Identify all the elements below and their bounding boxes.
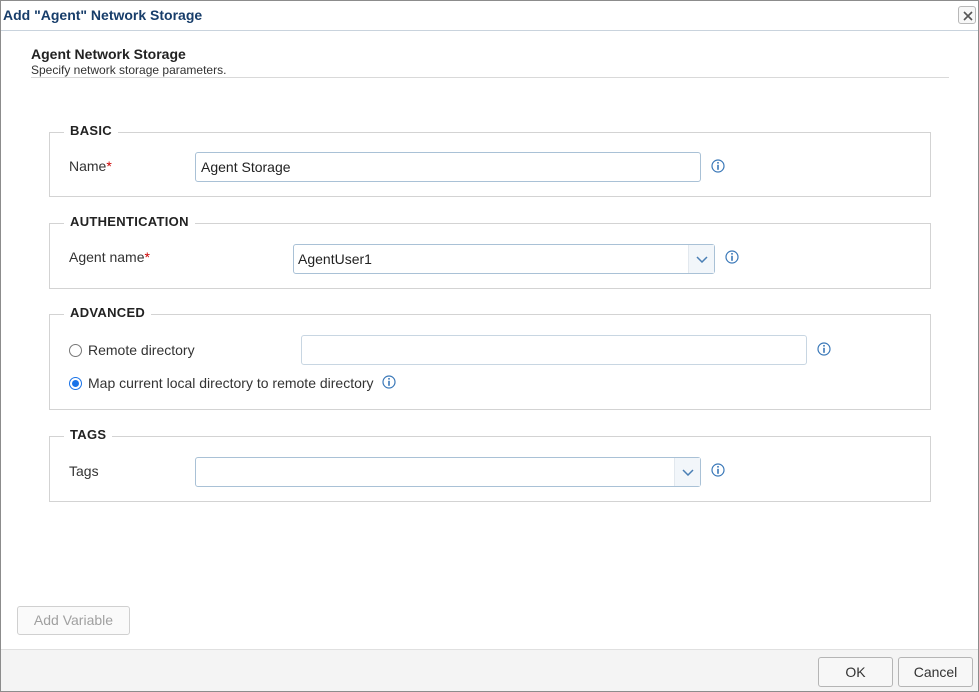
info-icon[interactable] <box>711 159 725 173</box>
name-label: Name* <box>69 158 112 174</box>
dialog: Add "Agent" Network Storage Agent Networ… <box>0 0 979 692</box>
agent-name-label-text: Agent name <box>69 249 145 265</box>
map-directory-radio[interactable] <box>69 377 82 390</box>
page-title: Agent Network Storage <box>31 46 186 62</box>
section-tags: TAGS Tags <box>49 427 931 502</box>
dialog-title: Add "Agent" Network Storage <box>3 7 203 23</box>
info-icon[interactable] <box>382 375 396 389</box>
close-button[interactable] <box>958 6 976 24</box>
dropdown-toggle[interactable] <box>688 245 714 273</box>
section-authentication: AUTHENTICATION Agent name* AgentUser1 <box>49 214 931 289</box>
add-variable-button[interactable]: Add Variable <box>17 606 130 635</box>
ok-button[interactable]: OK <box>818 657 893 687</box>
agent-name-dropdown[interactable]: AgentUser1 <box>293 244 715 274</box>
section-advanced-legend: ADVANCED <box>64 305 152 320</box>
dropdown-toggle[interactable] <box>674 458 700 486</box>
name-input[interactable]: Agent Storage <box>195 152 701 182</box>
tags-label: Tags <box>69 463 99 479</box>
cancel-button[interactable]: Cancel <box>898 657 973 687</box>
dialog-footer: OK Cancel <box>1 649 978 691</box>
tags-dropdown[interactable] <box>195 457 701 487</box>
agent-name-label: Agent name* <box>69 249 150 265</box>
header-divider <box>31 77 949 78</box>
remote-directory-input[interactable] <box>301 335 807 365</box>
section-tags-legend: TAGS <box>64 427 113 442</box>
required-marker: * <box>106 158 112 174</box>
required-marker: * <box>144 249 150 265</box>
map-directory-label[interactable]: Map current local directory to remote di… <box>88 375 374 391</box>
section-basic-legend: BASIC <box>64 123 118 138</box>
name-label-text: Name <box>69 158 107 174</box>
remote-directory-label[interactable]: Remote directory <box>88 342 195 358</box>
info-icon[interactable] <box>817 342 831 356</box>
chevron-down-icon <box>682 469 694 476</box>
close-icon <box>963 11 973 21</box>
page-subtitle: Specify network storage parameters. <box>31 63 227 77</box>
agent-name-value: AgentUser1 <box>298 251 372 267</box>
section-basic: BASIC Name* Agent Storage <box>49 123 931 197</box>
section-authentication-legend: AUTHENTICATION <box>64 214 195 229</box>
dialog-titlebar[interactable]: Add "Agent" Network Storage <box>1 1 978 31</box>
section-advanced: ADVANCED Remote directory Map current lo… <box>49 305 931 410</box>
chevron-down-icon <box>696 256 708 263</box>
info-icon[interactable] <box>711 463 725 477</box>
info-icon[interactable] <box>725 250 739 264</box>
remote-directory-radio[interactable] <box>69 344 82 357</box>
